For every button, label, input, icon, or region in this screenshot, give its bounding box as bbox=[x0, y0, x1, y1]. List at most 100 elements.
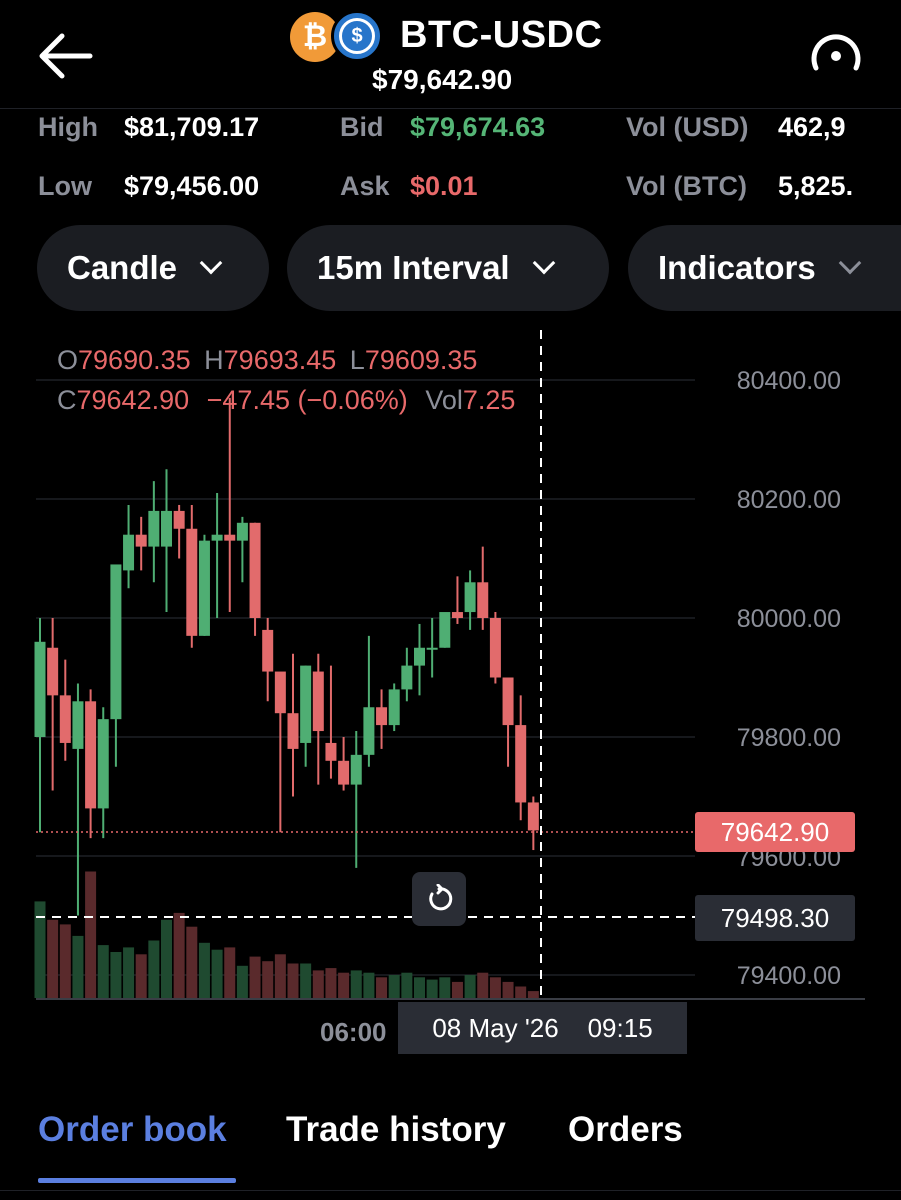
volbtc-value: 5,825. bbox=[778, 171, 854, 201]
tab-trade-history[interactable]: Trade history bbox=[286, 1110, 506, 1150]
volume-bar bbox=[72, 935, 84, 998]
volume-bar bbox=[97, 945, 109, 998]
volume-bar bbox=[161, 919, 172, 998]
x-tick-label: 06:00 bbox=[320, 1017, 387, 1047]
y-tick-label: 80000.00 bbox=[736, 605, 841, 633]
indicators-dropdown[interactable]: Indicators bbox=[628, 225, 901, 311]
volume-bar bbox=[135, 954, 147, 998]
bid-label: Bid bbox=[340, 112, 384, 142]
tab-orders[interactable]: Orders bbox=[568, 1110, 683, 1150]
volume-bar bbox=[388, 975, 400, 998]
candle-body bbox=[477, 582, 489, 618]
candle-body bbox=[85, 701, 97, 809]
low-label: L bbox=[349, 345, 365, 375]
candle-body bbox=[148, 510, 160, 547]
y-tick-label: 80200.00 bbox=[736, 486, 841, 514]
close-value: 79642.90 bbox=[76, 385, 190, 415]
volume-bar bbox=[262, 961, 274, 998]
candle-body bbox=[451, 612, 463, 618]
volume-bar bbox=[34, 901, 46, 998]
high-value: $81,709.17 bbox=[124, 112, 260, 142]
candle-body bbox=[489, 618, 501, 678]
volume-bar bbox=[224, 947, 236, 998]
low-value: $79,456.00 bbox=[124, 171, 260, 201]
high-label: H bbox=[204, 345, 224, 375]
volume-bar bbox=[376, 977, 388, 998]
header-divider bbox=[0, 108, 901, 109]
volume-bar bbox=[85, 871, 97, 998]
ohlc-row-1: O79690.35 H79693.45 L79609.35 bbox=[57, 345, 477, 376]
candle-body bbox=[274, 671, 286, 714]
candle-body bbox=[161, 510, 172, 547]
candle-body bbox=[135, 534, 147, 547]
volume-value: 7.25 bbox=[462, 385, 516, 415]
indicators-label: Indicators bbox=[658, 249, 816, 286]
candle-body bbox=[211, 534, 223, 541]
current-price: $79,642.90 bbox=[372, 64, 513, 95]
volume-bar bbox=[477, 972, 489, 998]
crosshair-price-tag: 79498.30 bbox=[695, 895, 855, 941]
volusd-value: 462,9 bbox=[778, 112, 846, 142]
chevron-down-icon bbox=[838, 251, 862, 275]
candle-body bbox=[224, 534, 236, 541]
candle-body bbox=[47, 647, 59, 696]
pair-title: BTC-USDC bbox=[400, 14, 603, 56]
candle-body bbox=[34, 641, 46, 737]
ask-label: Ask bbox=[340, 171, 390, 201]
volume-bar bbox=[489, 977, 501, 998]
candle-body bbox=[414, 647, 425, 666]
change-value: −47.45 (−0.06%) bbox=[206, 385, 408, 415]
candle-body bbox=[186, 528, 198, 636]
volume-bar bbox=[173, 912, 185, 998]
bid-value: $79,674.63 bbox=[410, 112, 546, 142]
high-value: 79693.45 bbox=[223, 345, 337, 375]
tab-order-book[interactable]: Order book bbox=[38, 1110, 227, 1150]
volume-bar bbox=[148, 940, 160, 998]
y-tick-label: 79400.00 bbox=[736, 962, 841, 990]
candle-body bbox=[198, 540, 210, 636]
volume-bar bbox=[325, 968, 337, 998]
volume-bar bbox=[363, 972, 375, 998]
volume-bar bbox=[287, 963, 299, 998]
ohlc-row-2: C79642.90 −47.45 (−0.06%) Vol7.25 bbox=[57, 385, 515, 416]
high-label: High bbox=[38, 112, 98, 142]
candle-body bbox=[439, 612, 451, 648]
interval-dropdown[interactable]: 15m Interval bbox=[287, 225, 609, 311]
volume-bar bbox=[312, 970, 324, 998]
candle-body bbox=[325, 742, 337, 761]
usdc-coin-icon: $ bbox=[331, 10, 383, 62]
candle-body bbox=[173, 510, 185, 529]
volume-bar bbox=[211, 949, 223, 998]
candle-body bbox=[262, 629, 274, 672]
candle-body bbox=[300, 665, 312, 743]
ask-value: $0.01 bbox=[410, 171, 478, 201]
tabs-divider bbox=[0, 1190, 901, 1191]
active-tab-indicator bbox=[38, 1178, 236, 1183]
candle-body bbox=[249, 522, 261, 618]
volbtc-label: Vol (BTC) bbox=[626, 171, 747, 201]
interval-label: 15m Interval bbox=[317, 249, 510, 286]
gauge-icon[interactable] bbox=[808, 30, 864, 80]
low-label: Low bbox=[38, 171, 92, 201]
back-arrow-icon[interactable] bbox=[34, 30, 96, 82]
open-value: 79690.35 bbox=[78, 345, 191, 375]
candle-body bbox=[388, 689, 400, 726]
volume-bar bbox=[414, 977, 425, 998]
reset-chart-button[interactable] bbox=[412, 872, 466, 926]
candle-body bbox=[236, 522, 248, 541]
candle-body bbox=[527, 802, 539, 831]
last-price-tag: 79642.90 bbox=[695, 812, 855, 852]
volume-bar bbox=[110, 952, 122, 998]
candle-body bbox=[338, 760, 350, 785]
chevron-down-icon bbox=[199, 251, 223, 275]
volume-bar bbox=[350, 970, 362, 998]
volume-bar bbox=[123, 947, 135, 998]
y-tick-label: 79800.00 bbox=[736, 724, 841, 752]
candle-body bbox=[312, 671, 324, 732]
candle-body bbox=[59, 695, 71, 743]
crosshair-time-tag: 08 May '26 09:15 bbox=[398, 1002, 687, 1054]
volume-bar bbox=[198, 942, 210, 998]
candle-body bbox=[376, 707, 388, 726]
chart-type-dropdown[interactable]: Candle bbox=[37, 225, 269, 311]
volume-label: Vol bbox=[425, 385, 463, 415]
